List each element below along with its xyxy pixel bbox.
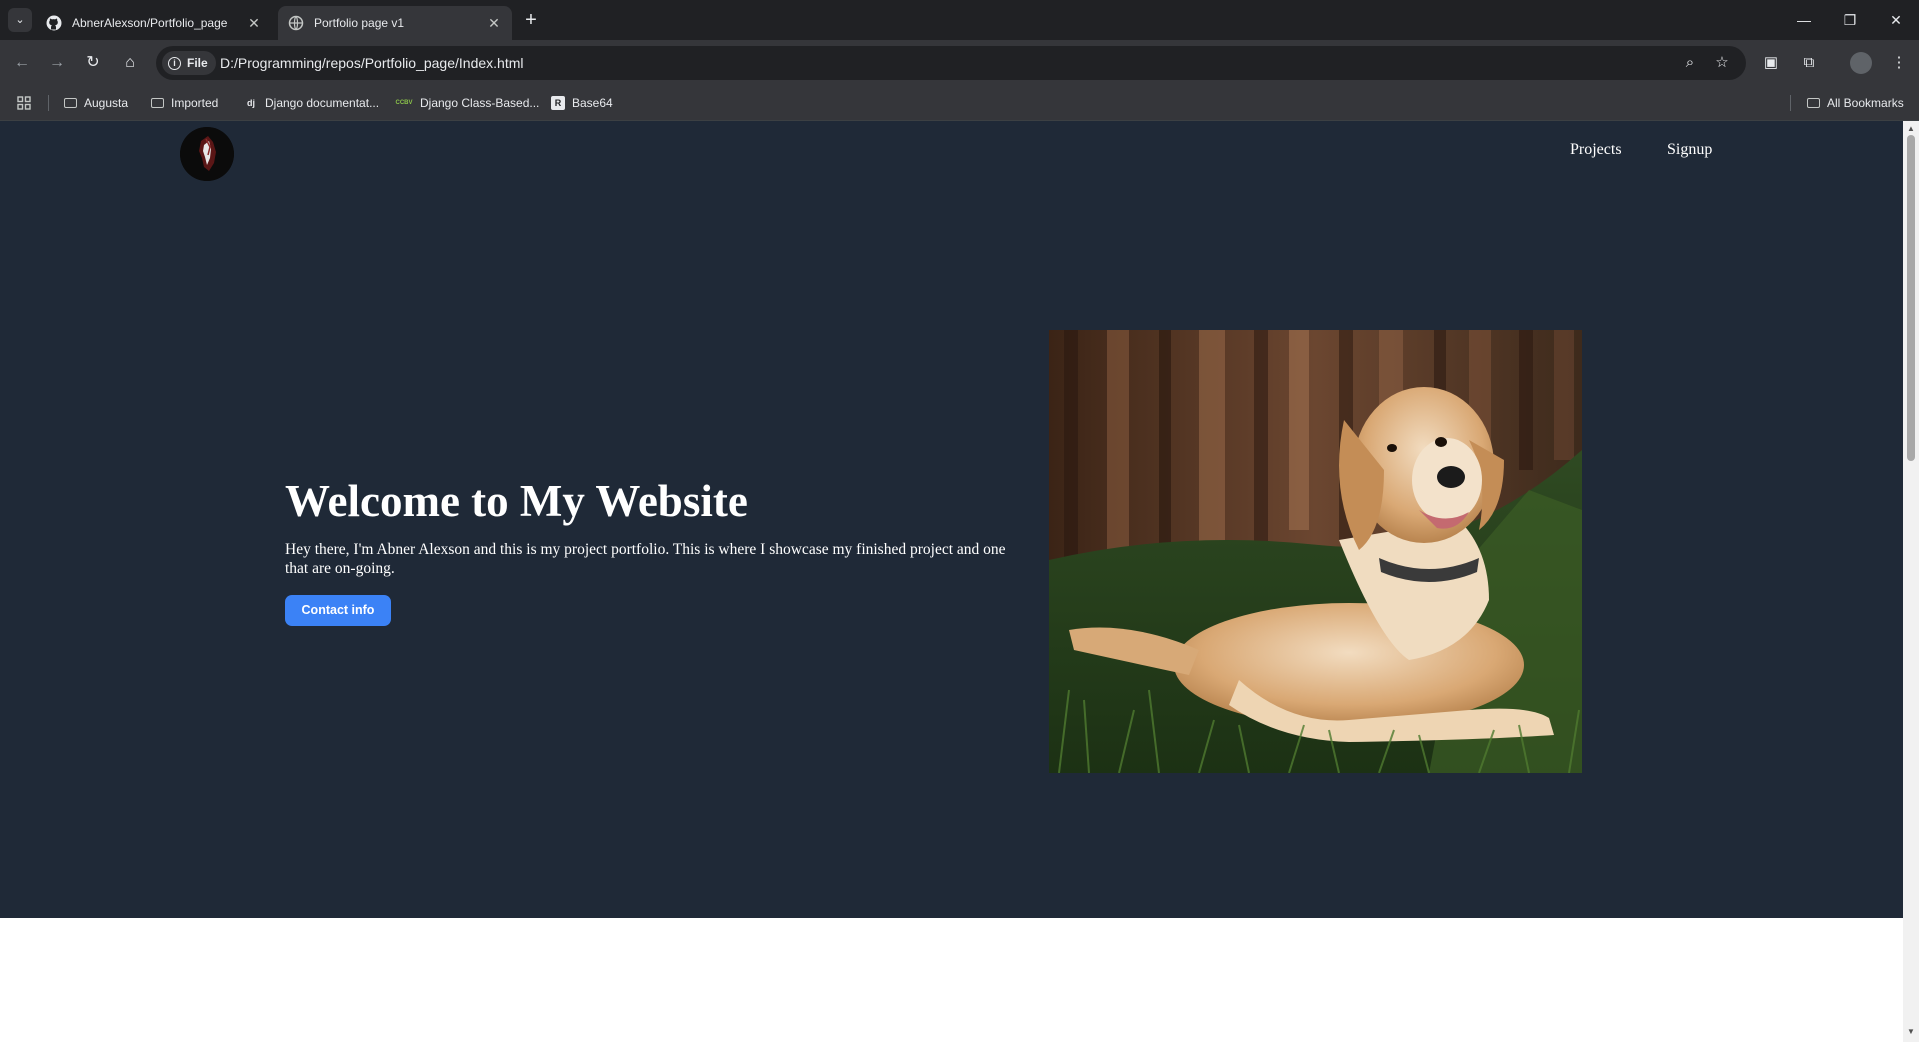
all-bookmarks-button[interactable]: All Bookmarks [1807,86,1904,120]
bookmarks-bar: Augusta Imported dj Django documentat...… [0,86,1919,121]
hero-section: Projects Signup Welcome to My Website He… [0,121,1903,918]
browser-toolbar: ← → ↻ ⌂ i File D:/Programming/repos/Port… [0,40,1919,86]
tab-title: Portfolio page v1 [314,16,405,30]
dog-photo [1049,330,1582,773]
bookmark-imported[interactable]: Imported [151,86,218,120]
bookmark-label: Augusta [84,96,129,110]
django-icon: dj [247,98,255,108]
forward-icon[interactable]: → [45,51,69,75]
github-icon [46,15,62,31]
scrollbar-thumb[interactable] [1907,135,1915,461]
page-viewport: Projects Signup Welcome to My Website He… [0,121,1903,1042]
ccbv-icon: CCBV [395,100,413,106]
nav-signup-link[interactable]: Signup [1667,141,1712,165]
page-scrollbar[interactable]: ▲ ▼ [1903,121,1919,1042]
bookmark-augusta[interactable]: Augusta [64,86,128,120]
scroll-up-icon[interactable]: ▲ [1906,124,1916,134]
bookmarks-divider [48,95,49,111]
bookmark-django-cbv[interactable]: CCBV Django Class-Based... [395,86,539,120]
close-icon[interactable]: ✕ [246,15,262,31]
back-icon[interactable]: ← [10,51,34,75]
close-icon[interactable]: ✕ [486,15,502,31]
profile-avatar[interactable] [1850,52,1872,74]
apps-icon[interactable] [16,86,32,120]
scroll-down-icon[interactable]: ▼ [1906,1027,1916,1037]
all-bookmarks-label: All Bookmarks [1827,96,1904,110]
bookmark-label: Base64 [572,96,613,110]
tab-strip: ⌄ AbnerAlexson/Portfolio_page ✕ Portfoli… [0,0,1919,40]
zoom-icon[interactable]: ⌕ [1680,53,1700,73]
site-logo[interactable] [180,127,234,181]
folder-icon [151,98,164,108]
bookmark-label: Imported [171,96,219,110]
tab-github[interactable]: AbnerAlexson/Portfolio_page ✕ [36,6,272,40]
globe-icon [288,15,304,31]
hero-title: Welcome to My Website [285,476,748,526]
folder-icon [64,98,77,108]
url-text[interactable]: D:/Programming/repos/Portfolio_page/Inde… [220,46,523,80]
menu-icon[interactable]: ⋮ [1888,52,1910,74]
bookmark-django-docs[interactable]: dj Django documentat... [244,86,379,120]
bookmark-base64[interactable]: R Base64 [551,86,613,120]
close-window-icon[interactable]: ✕ [1873,0,1919,40]
base64-icon: R [551,96,565,110]
chip-label: File [187,56,208,70]
reload-icon[interactable]: ↻ [81,51,105,75]
minimize-icon[interactable]: — [1781,0,1827,40]
tab-title: AbnerAlexson/Portfolio_page [72,16,228,30]
new-tab-button[interactable]: + [520,9,542,31]
info-icon: i [168,56,181,70]
extensions-icon[interactable]: ⧉ [1798,52,1820,74]
tab-portfolio[interactable]: Portfolio page v1 ✕ [278,6,512,40]
star-icon[interactable]: ☆ [1712,53,1732,73]
contact-info-button[interactable]: Contact info [285,595,391,626]
address-bar[interactable]: i File D:/Programming/repos/Portfolio_pa… [156,46,1746,80]
home-icon[interactable]: ⌂ [118,51,142,75]
bookmark-label: Django Class-Based... [420,96,540,110]
folder-icon [1807,98,1820,108]
bookmarks-divider [1790,95,1791,111]
site-info-chip[interactable]: i File [162,51,216,75]
media-icon[interactable]: ▣ [1760,52,1782,74]
bookmark-label: Django documentat... [265,96,380,110]
nav-projects-link[interactable]: Projects [1570,141,1622,165]
hero-description: Hey there, I'm Abner Alexson and this is… [285,541,1006,577]
browser-window: ⌄ AbnerAlexson/Portfolio_page ✕ Portfoli… [0,0,1919,1042]
tab-search-button[interactable]: ⌄ [8,8,32,32]
restore-icon[interactable]: ❐ [1827,0,1873,40]
